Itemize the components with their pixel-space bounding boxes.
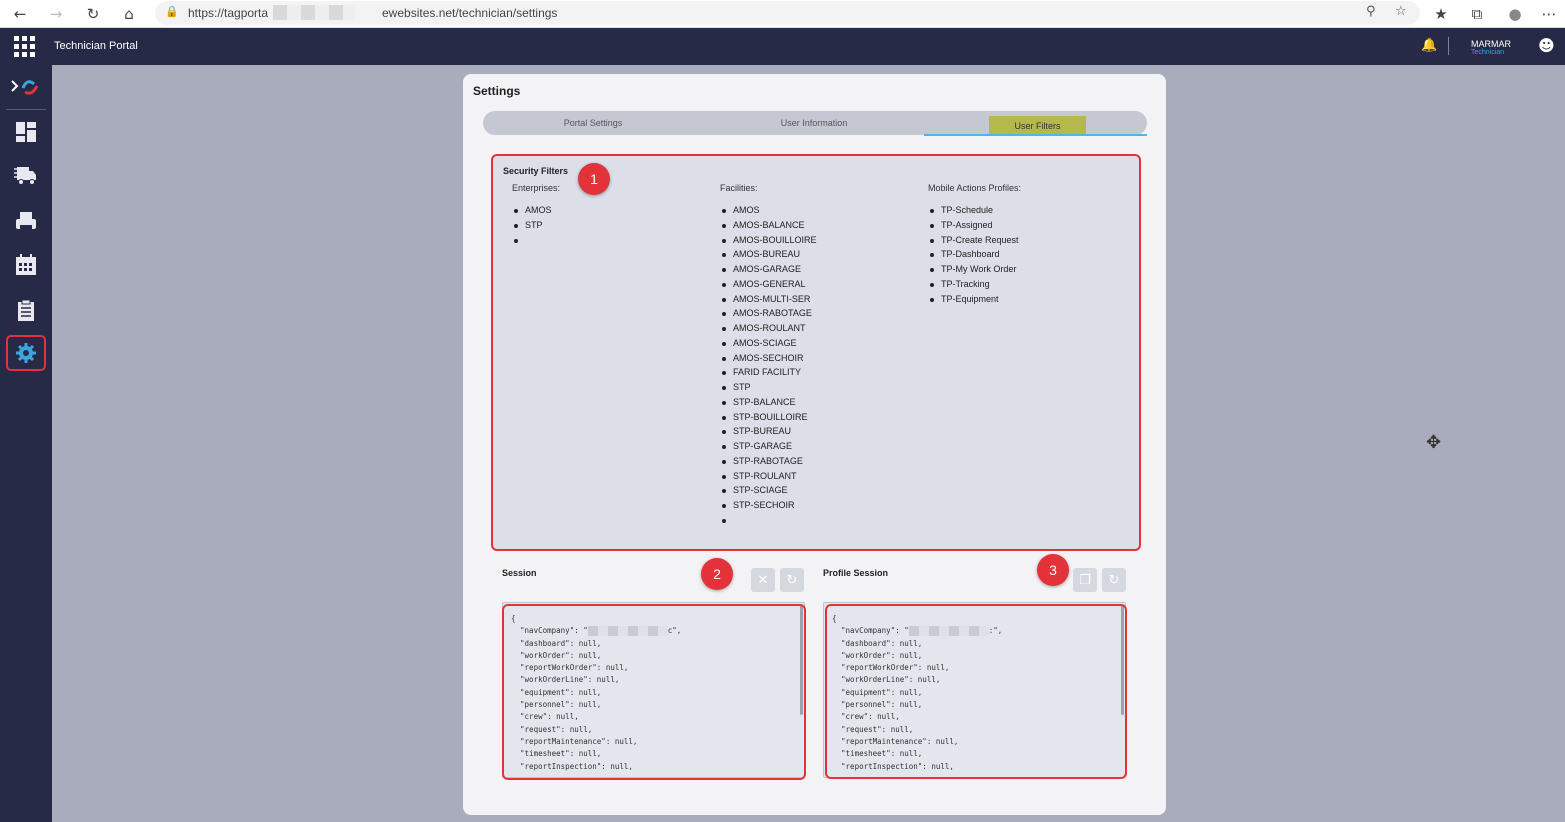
clipboard-icon[interactable]	[6, 292, 46, 328]
url-suffix: ewebsites.net/technician/settings	[382, 6, 558, 20]
forward-arrow-icon[interactable]: →	[45, 3, 67, 25]
list-item: STP-RABOTAGE	[720, 454, 817, 469]
list-item: AMOS-BALANCE	[720, 218, 817, 233]
list-item: AMOS-BUREAU	[720, 247, 817, 262]
sidebar	[0, 65, 52, 822]
more-options-icon[interactable]: ⋯	[1538, 3, 1560, 25]
browser-toolbar: ← → ↻ ⌂ 🔒 https://tagporta ewebsites.net…	[0, 0, 1565, 28]
sidebar-divider	[6, 109, 46, 110]
list-item: TP-Create Request	[928, 233, 1021, 248]
move-cursor-icon: ✥	[1426, 432, 1442, 453]
list-item: TP-Dashboard	[928, 247, 1021, 262]
enterprises-column: Enterprises: AMOS STP	[512, 183, 560, 247]
reload-icon[interactable]: ↻	[82, 3, 104, 25]
user-name[interactable]: MARMAR	[1471, 39, 1511, 49]
list-item: AMOS	[720, 203, 817, 218]
redacted-url-segment	[273, 5, 355, 20]
mobile-profiles-column: Mobile Actions Profiles: TP-Schedule TP-…	[928, 183, 1021, 306]
list-item: STP-ROULANT	[720, 469, 817, 484]
highlight-box-session	[502, 604, 806, 780]
tab-user-information[interactable]: User Information	[704, 111, 924, 135]
settings-tabs: Portal Settings User Information User Fi…	[483, 111, 1147, 136]
person-icon[interactable]: ☻	[1538, 36, 1555, 55]
lock-icon: 🔒	[165, 5, 179, 18]
calendar-icon[interactable]	[6, 247, 46, 283]
list-item	[720, 513, 817, 528]
annotation-badge-2: 2	[701, 558, 733, 590]
mobile-profiles-label: Mobile Actions Profiles:	[928, 183, 1022, 193]
list-item: AMOS-RABOTAGE	[720, 306, 817, 321]
close-icon: ✕	[757, 572, 769, 588]
portal-header: Technician Portal 🔔 MARMAR Technician ☻	[0, 28, 1565, 65]
app-title: Technician Portal	[54, 40, 138, 52]
refresh-icon: ↻	[1108, 572, 1120, 588]
list-item: STP	[720, 380, 817, 395]
highlight-box-profile-session	[825, 604, 1127, 779]
dashboard-icon[interactable]	[6, 114, 46, 150]
app-launcher-icon[interactable]	[14, 36, 35, 57]
favorites-icon[interactable]: ★	[1430, 3, 1452, 25]
user-role: Technician	[1471, 49, 1505, 56]
list-item: STP-GARAGE	[720, 439, 817, 454]
list-item: TP-Equipment	[928, 292, 1021, 307]
list-item: AMOS-BOUILLOIRE	[720, 233, 817, 248]
list-item: TP-Assigned	[928, 218, 1021, 233]
active-tab-indicator	[924, 134, 1147, 136]
list-item: STP-SCIAGE	[720, 483, 817, 498]
security-filters-panel: Security Filters Enterprises: AMOS STP F…	[491, 154, 1141, 551]
bell-icon[interactable]: 🔔	[1421, 38, 1437, 53]
favorite-add-icon[interactable]: ☆	[1395, 4, 1407, 19]
list-item	[512, 233, 560, 248]
annotation-badge-1: 1	[578, 163, 610, 195]
list-item: AMOS-GENERAL	[720, 277, 817, 292]
list-item: STP-SECHOIR	[720, 498, 817, 513]
list-item: TP-Tracking	[928, 277, 1021, 292]
settings-card: Settings Portal Settings User Informatio…	[463, 74, 1166, 815]
clear-session-button[interactable]: ✕	[751, 568, 775, 592]
enterprises-list: AMOS STP	[512, 203, 560, 247]
list-item: AMOS-SECHOIR	[720, 351, 817, 366]
list-item: TP-Schedule	[928, 203, 1021, 218]
tab-user-filters[interactable]: User Filters	[989, 116, 1086, 135]
refresh-session-button[interactable]: ↻	[780, 568, 804, 592]
url-prefix: https://tagporta	[188, 6, 269, 20]
list-item: AMOS	[512, 203, 560, 218]
copy-icon: ❐	[1079, 572, 1091, 588]
address-bar[interactable]: 🔒 https://tagporta ewebsites.net/technic…	[155, 1, 1420, 25]
profile-session-label: Profile Session	[823, 568, 889, 578]
home-icon[interactable]: ⌂	[118, 3, 140, 25]
page-title: Settings	[473, 84, 521, 98]
tab-portal-settings[interactable]: Portal Settings	[483, 111, 703, 135]
refresh-profile-session-button[interactable]: ↻	[1102, 568, 1126, 592]
header-divider	[1448, 37, 1449, 55]
zoom-icon[interactable]: ⚲	[1366, 4, 1376, 19]
list-item: AMOS-ROULANT	[720, 321, 817, 336]
collections-icon[interactable]: ⧉	[1466, 3, 1488, 25]
chevron-logo-icon[interactable]	[6, 69, 46, 105]
copy-profile-session-button[interactable]: ❐	[1073, 568, 1097, 592]
back-arrow-icon[interactable]: ←	[9, 3, 31, 25]
list-item: TP-My Work Order	[928, 262, 1021, 277]
list-item: AMOS-GARAGE	[720, 262, 817, 277]
list-item: AMOS-MULTI-SER	[720, 292, 817, 307]
refresh-icon: ↻	[786, 572, 798, 588]
profile-avatar-icon[interactable]: ●	[1504, 3, 1526, 25]
facilities-column: Facilities: AMOS AMOS-BALANCE AMOS-BOUIL…	[720, 183, 817, 528]
list-item: AMOS-SCIAGE	[720, 336, 817, 351]
list-item: STP-BALANCE	[720, 395, 817, 410]
facilities-list: AMOS AMOS-BALANCE AMOS-BOUILLOIRE AMOS-B…	[720, 203, 817, 528]
printer-icon[interactable]	[6, 203, 46, 239]
security-filters-title: Security Filters	[503, 166, 569, 176]
truck-icon[interactable]	[6, 158, 46, 194]
enterprises-label: Enterprises:	[512, 183, 561, 193]
session-label: Session	[502, 568, 537, 578]
list-item: STP-BUREAU	[720, 424, 817, 439]
mobile-profiles-list: TP-Schedule TP-Assigned TP-Create Reques…	[928, 203, 1021, 306]
annotation-badge-3: 3	[1037, 554, 1069, 586]
list-item: FARID FACILITY	[720, 365, 817, 380]
list-item: STP-BOUILLOIRE	[720, 410, 817, 425]
gear-icon[interactable]	[6, 335, 46, 371]
facilities-label: Facilities:	[720, 183, 758, 193]
list-item: STP	[512, 218, 560, 233]
